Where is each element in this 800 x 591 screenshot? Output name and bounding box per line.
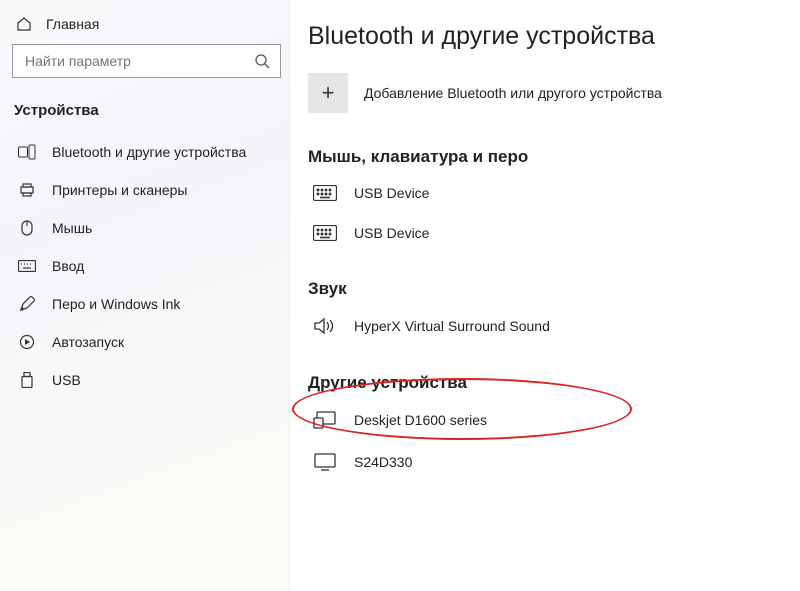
device-name: S24D330 <box>354 454 412 470</box>
sidebar-item-label: Принтеры и сканеры <box>52 182 187 198</box>
mouse-icon <box>18 220 36 236</box>
search-input[interactable] <box>23 52 254 70</box>
pen-icon <box>18 296 36 312</box>
keyboard-icon <box>312 185 338 201</box>
home-icon <box>16 16 32 32</box>
device-name: USB Device <box>354 185 429 201</box>
sidebar-item-label: Ввод <box>52 258 84 274</box>
bluetooth-devices-icon <box>18 144 36 160</box>
home-link[interactable]: Главная <box>12 10 281 40</box>
home-label: Главная <box>46 16 99 32</box>
autoplay-icon <box>18 334 36 350</box>
usb-icon <box>18 372 36 388</box>
group-sound: Звук HyperX Virtual Surround Sound <box>308 279 780 347</box>
keyboard-icon <box>18 260 36 272</box>
device-row[interactable]: USB Device <box>308 213 780 253</box>
sidebar-item-label: Мышь <box>52 220 92 236</box>
group-title: Другие устройства <box>308 373 780 393</box>
device-row[interactable]: HyperX Virtual Surround Sound <box>308 305 780 347</box>
sidebar-item-label: Bluetooth и другие устройства <box>52 144 246 160</box>
add-device-button[interactable]: + Добавление Bluetooth или другого устро… <box>308 73 780 113</box>
sidebar-item-label: USB <box>52 372 81 388</box>
printer-icon <box>18 182 36 198</box>
search-box[interactable] <box>12 44 281 78</box>
add-device-label: Добавление Bluetooth или другого устройс… <box>364 85 662 101</box>
group-mouse-keyboard: Мышь, клавиатура и перо USB Device <box>308 147 780 253</box>
device-icon <box>312 411 338 429</box>
group-title: Мышь, клавиатура и перо <box>308 147 780 167</box>
sidebar: Главная Устройства Bluetooth и другие ус… <box>0 0 290 591</box>
device-row[interactable]: USB Device <box>308 173 780 213</box>
sidebar-item-printers[interactable]: Принтеры и сканеры <box>12 171 281 209</box>
page-title: Bluetooth и другие устройства <box>308 22 780 51</box>
sidebar-section-title: Устройства <box>12 96 281 133</box>
device-row[interactable]: S24D330 <box>308 441 780 483</box>
sidebar-item-usb[interactable]: USB <box>12 361 281 399</box>
keyboard-icon <box>312 225 338 241</box>
group-title: Звук <box>308 279 780 299</box>
search-icon <box>254 53 270 69</box>
device-name: USB Device <box>354 225 429 241</box>
plus-icon: + <box>308 73 348 113</box>
sidebar-item-typing[interactable]: Ввод <box>12 247 281 285</box>
group-other: Другие устройства Deskjet D1600 series S… <box>308 373 780 483</box>
main-panel: Bluetooth и другие устройства + Добавлен… <box>290 0 800 591</box>
sidebar-item-bluetooth[interactable]: Bluetooth и другие устройства <box>12 133 281 171</box>
sidebar-item-label: Перо и Windows Ink <box>52 296 180 312</box>
sidebar-item-label: Автозапуск <box>52 334 124 350</box>
sidebar-item-pen[interactable]: Перо и Windows Ink <box>12 285 281 323</box>
sidebar-item-mouse[interactable]: Мышь <box>12 209 281 247</box>
device-name: Deskjet D1600 series <box>354 412 487 428</box>
device-name: HyperX Virtual Surround Sound <box>354 318 550 334</box>
sidebar-item-autoplay[interactable]: Автозапуск <box>12 323 281 361</box>
monitor-icon <box>312 453 338 471</box>
device-row[interactable]: Deskjet D1600 series <box>308 399 780 441</box>
speaker-icon <box>312 317 338 335</box>
